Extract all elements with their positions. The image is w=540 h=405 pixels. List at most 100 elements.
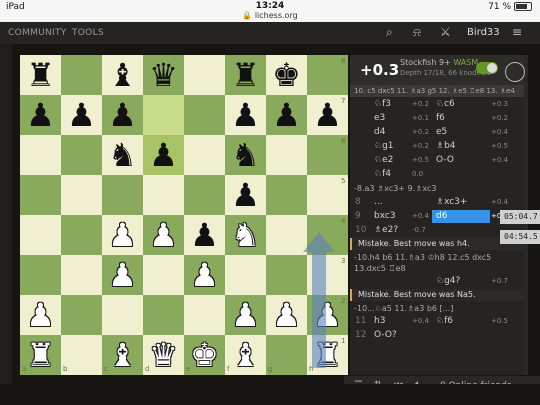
black-move[interactable]: ♘f6 (436, 315, 453, 328)
nav-community[interactable]: COMMUNITY (8, 28, 67, 38)
square-d3[interactable] (143, 255, 184, 295)
white-move[interactable]: ♗e2? (374, 224, 398, 237)
white-bishop-c1[interactable]: ♝ (102, 335, 143, 375)
move-row: 10 ♗e2? -0.7 (350, 224, 520, 237)
square-a3[interactable] (20, 255, 61, 295)
black-knight-c6[interactable]: ♞ (102, 135, 143, 175)
white-pawn-c4[interactable]: ♟ (102, 215, 143, 255)
variation-line[interactable]: -10.h4 b6 11.♗a3 ♔h8 12.c5 dxc5 13.dxc5 … (354, 252, 520, 274)
battery-indicator: 71 % (488, 2, 532, 12)
square-c2[interactable] (102, 295, 143, 335)
square-b3[interactable] (61, 255, 102, 295)
black-rook-a8[interactable]: ♜ (20, 55, 61, 95)
square-g5[interactable] (266, 175, 307, 215)
menu-icon[interactable]: ≡ (512, 25, 522, 39)
file-label-b: b (63, 365, 68, 373)
square-a5[interactable] (20, 175, 61, 215)
variation-line[interactable]: -8.a3 ♗xc3+ 9.♗xc3 (354, 183, 520, 194)
black-pawn-e4[interactable]: ♟ (184, 215, 225, 255)
white-move[interactable]: h3 (374, 315, 385, 328)
black-move[interactable]: f6 (436, 112, 445, 125)
chess-board[interactable]: ♜ ♝ ♛ ♜ ♚ ♟ ♟ ♟ ♟ ♟ ♟ ♞ ♟ ♞ ♟ ♟ ♟ ♟ ♞ ♟ ♟ ♟ ♟ ♟ ♟ ♜ ♝ ♛ ♚ ♝ ♜ 8 7 6 5 4 3 2 1 a… (20, 55, 348, 375)
variation-line[interactable]: -10...♘a5 11.♗a3 b6 [...] (354, 303, 520, 314)
square-d2[interactable] (143, 295, 184, 335)
square-c5[interactable] (102, 175, 143, 215)
white-move[interactable]: ♘f3 (374, 98, 391, 111)
move-number: 12 (355, 330, 367, 340)
black-pawn-b7[interactable]: ♟ (61, 95, 102, 135)
black-pawn-g7[interactable]: ♟ (266, 95, 307, 135)
white-move[interactable]: ♘g1 (374, 140, 394, 153)
white-move[interactable]: bxc3 (374, 210, 396, 223)
black-move[interactable]: ♗xc3+ (436, 196, 467, 209)
square-a6[interactable] (20, 135, 61, 175)
white-move[interactable]: ♘f4 (374, 168, 391, 181)
white-eval: -0.7 (412, 226, 426, 234)
white-eval: +0.2 (412, 142, 429, 150)
white-eval: +0.2 (412, 100, 429, 108)
black-pawn-f5[interactable]: ♟ (225, 175, 266, 215)
black-rook-f8[interactable]: ♜ (225, 55, 266, 95)
target-icon[interactable] (505, 62, 525, 82)
square-e8[interactable] (184, 55, 225, 95)
engine-toggle[interactable] (476, 62, 498, 74)
white-knight-f4[interactable]: ♞ (225, 215, 266, 255)
white-bishop-f1[interactable]: ♝ (225, 335, 266, 375)
black-move[interactable]: d6 (436, 211, 447, 221)
white-pawn-f2[interactable]: ♟ (225, 295, 266, 335)
square-b2[interactable] (61, 295, 102, 335)
rank-label-2: 2 (341, 297, 346, 305)
white-move[interactable]: ♘e2 (374, 154, 393, 167)
white-move[interactable]: ... (374, 196, 383, 209)
square-e6[interactable] (184, 135, 225, 175)
move-row: e3 +0.1 f6 +0.2 (350, 112, 520, 125)
file-label-c: c (104, 365, 108, 373)
black-pawn-a7[interactable]: ♟ (20, 95, 61, 135)
black-bishop-c8[interactable]: ♝ (102, 55, 143, 95)
swords-icon[interactable]: ⚔ (440, 25, 451, 39)
white-eval: +0.5 (412, 156, 429, 164)
user-tag[interactable]: Bird33 (467, 27, 500, 38)
black-move[interactable]: ♘c6 (436, 98, 455, 111)
white-pawn-d4[interactable]: ♟ (143, 215, 184, 255)
rank-label-3: 3 (341, 257, 346, 265)
square-f3[interactable] (225, 255, 266, 295)
square-b4[interactable] (61, 215, 102, 255)
square-g6[interactable] (266, 135, 307, 175)
black-move[interactable]: ♗b4 (436, 140, 456, 153)
black-pawn-d6[interactable]: ♟ (143, 135, 184, 175)
square-b5[interactable] (61, 175, 102, 215)
square-e7[interactable] (184, 95, 225, 135)
square-b6[interactable] (61, 135, 102, 175)
black-move[interactable]: e5 (436, 126, 447, 139)
square-b8[interactable] (61, 55, 102, 95)
square-e2[interactable] (184, 295, 225, 335)
black-king-g8[interactable]: ♚ (266, 55, 307, 95)
square-d7[interactable] (143, 95, 184, 135)
engine-eval-box: +0.3 Stockfish 9+ WASM Depth 17/18, 66 k… (350, 55, 528, 85)
white-move[interactable]: e3 (374, 112, 385, 125)
black-pawn-c7[interactable]: ♟ (102, 95, 143, 135)
square-a4[interactable] (20, 215, 61, 255)
nav-tools[interactable]: TOOLS (72, 28, 104, 38)
address-url[interactable]: 🔒 lichess.org (0, 11, 540, 20)
file-label-e: e (186, 365, 191, 373)
black-move[interactable]: O-O (436, 154, 454, 167)
square-d5[interactable] (143, 175, 184, 215)
black-queen-d8[interactable]: ♛ (143, 55, 184, 95)
black-pawn-f7[interactable]: ♟ (225, 95, 266, 135)
search-icon[interactable]: ⌕ (386, 25, 393, 40)
bell-icon[interactable]: ⍾ (413, 25, 421, 40)
file-label-f: f (227, 365, 230, 373)
white-move[interactable]: d4 (374, 126, 385, 139)
white-pawn-a2[interactable]: ♟ (20, 295, 61, 335)
square-e5[interactable] (184, 175, 225, 215)
white-pawn-c3[interactable]: ♟ (102, 255, 143, 295)
white-pawn-e3[interactable]: ♟ (184, 255, 225, 295)
white-move[interactable]: O-O? (374, 329, 397, 342)
black-knight-f6[interactable]: ♞ (225, 135, 266, 175)
black-move[interactable]: ♘g4? (436, 275, 460, 288)
black-eval: +0.5 (491, 142, 508, 150)
principal-variation[interactable]: 10. c5 dxc5 11. ♗a3 g5 12. ♗e5 ♖e8 13. ♗… (350, 85, 528, 97)
clock-top: 05:04.7 (500, 210, 540, 224)
